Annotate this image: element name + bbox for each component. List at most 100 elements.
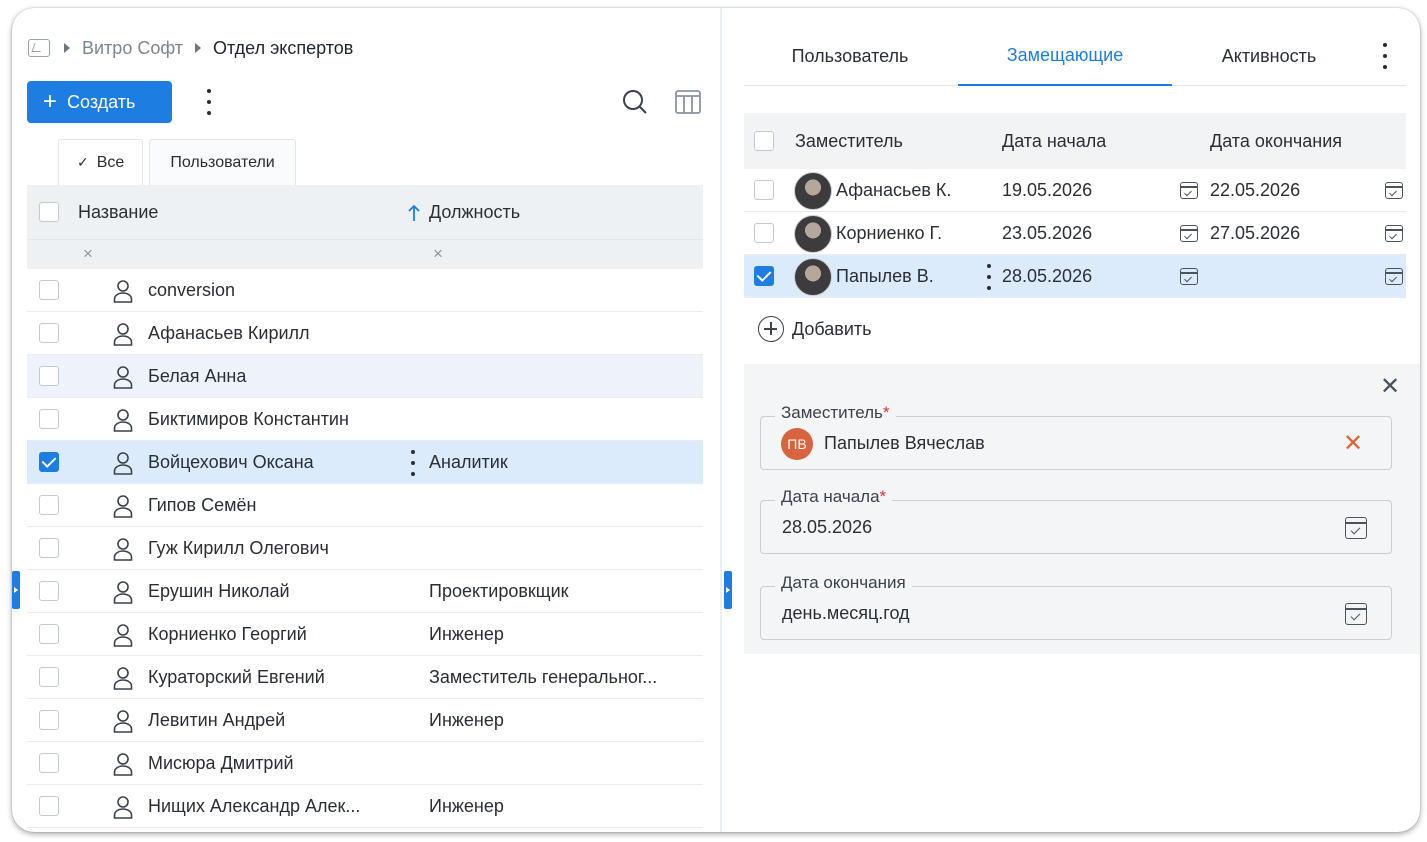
panel-divider[interactable] [720, 8, 722, 832]
member-name: Корниенко Георгий [148, 623, 307, 644]
table-row[interactable]: Войцехович Оксана Аналитик [27, 441, 703, 484]
column-name-header[interactable]: Название [78, 202, 158, 223]
calendar-icon[interactable] [1180, 268, 1198, 285]
sort-ascending-icon[interactable] [408, 204, 420, 222]
row-checkbox[interactable] [39, 538, 59, 558]
tab-activity[interactable]: Активность [1174, 26, 1364, 86]
row-checkbox[interactable] [39, 624, 59, 644]
add-deputy-button[interactable]: Добавить [758, 315, 872, 343]
table-row[interactable]: Корниенко Георгий Инженер [27, 613, 703, 656]
user-icon [113, 624, 133, 647]
clear-filter-icon[interactable]: × [433, 244, 443, 264]
column-deputy-header[interactable]: Заместитель [795, 131, 903, 152]
deputy-edit-form: ✕ Заместитель* ПВ Папылев Вячеслав ✕ Дат… [744, 364, 1420, 654]
add-deputy-label: Добавить [792, 318, 872, 339]
table-row[interactable]: Ерушин Николай Проектировкщик [27, 570, 703, 613]
row-checkbox[interactable] [39, 409, 59, 429]
member-position: Инженер [429, 623, 504, 644]
org-root-icon[interactable] [28, 39, 50, 57]
table-row[interactable]: Левитин Андрей Инженер [27, 699, 703, 742]
tab-all[interactable]: ✓ Все [58, 139, 144, 185]
row-checkbox[interactable] [39, 323, 59, 343]
table-row[interactable]: Гуж Кирилл Олегович [27, 527, 703, 570]
collapse-left-handle[interactable] [12, 571, 20, 609]
calendar-icon[interactable] [1385, 225, 1403, 242]
row-checkbox[interactable] [39, 452, 59, 472]
end-date-field[interactable]: Дата окончания день.месяц.год [760, 573, 1392, 640]
column-position-header[interactable]: Должность [429, 202, 520, 223]
breadcrumb-org[interactable]: Витро Софт [82, 38, 183, 59]
deputy-name: Афанасьев К. [836, 179, 952, 200]
end-date: 27.05.2026 [1210, 222, 1301, 243]
row-checkbox[interactable] [39, 495, 59, 515]
start-date: 28.05.2026 [1002, 265, 1093, 286]
clear-icon[interactable]: ✕ [1343, 429, 1363, 458]
row-checkbox[interactable] [39, 366, 59, 386]
avatar [794, 258, 832, 296]
row-checkbox[interactable] [39, 753, 59, 773]
table-row[interactable]: Гипов Семён [27, 484, 703, 527]
calendar-icon[interactable] [1345, 603, 1367, 625]
calendar-icon[interactable] [1345, 517, 1367, 539]
row-actions-icon[interactable] [984, 264, 994, 290]
select-all-checkbox[interactable] [754, 131, 774, 151]
calendar-icon[interactable] [1180, 225, 1198, 242]
tab-users[interactable]: Пользователи [149, 139, 296, 185]
deputy-row[interactable]: Афанасьев К. 19.05.2026 22.05.2026 [744, 169, 1406, 212]
start-date: 23.05.2026 [1002, 222, 1093, 243]
calendar-icon[interactable] [1385, 182, 1403, 199]
search-icon[interactable] [622, 88, 648, 116]
tab-deputies[interactable]: Замещающие [958, 26, 1172, 86]
member-position: Инженер [429, 795, 504, 816]
columns-settings-icon[interactable] [675, 90, 701, 114]
table-header: Название Должность [27, 185, 703, 239]
column-end-header[interactable]: Дата окончания [1210, 131, 1342, 152]
create-button[interactable]: + Создать [27, 81, 172, 123]
start-date-field[interactable]: Дата начала* 28.05.2026 [760, 487, 1392, 554]
user-icon [113, 409, 133, 432]
table-row[interactable]: Мисюра Дмитрий [27, 742, 703, 785]
deputy-name: Корниенко Г. [836, 222, 943, 243]
calendar-icon[interactable] [1180, 182, 1198, 199]
table-row[interactable]: Белая Анна [27, 355, 703, 398]
plus-icon: + [43, 88, 58, 115]
row-checkbox[interactable] [39, 280, 59, 300]
row-checkbox[interactable] [754, 180, 774, 200]
more-actions-icon[interactable] [1380, 43, 1390, 69]
table-row[interactable]: Биктимиров Константин [27, 398, 703, 441]
more-actions-icon[interactable] [204, 89, 214, 115]
member-position: Инженер [429, 709, 504, 730]
deputy-field-label: Заместитель* [775, 403, 896, 423]
check-icon: ✓ [77, 154, 89, 170]
table-row[interactable]: Афанасьев Кирилл [27, 312, 703, 355]
row-checkbox[interactable] [39, 796, 59, 816]
row-checkbox[interactable] [754, 266, 774, 286]
table-row[interactable]: conversion [27, 269, 703, 312]
filter-tabs: ✓ Все Пользователи [58, 139, 302, 185]
select-all-checkbox[interactable] [39, 202, 59, 222]
end-date: 22.05.2026 [1210, 179, 1301, 200]
deputy-row[interactable]: Корниенко Г. 23.05.2026 27.05.2026 [744, 212, 1406, 255]
row-checkbox[interactable] [754, 223, 774, 243]
deputy-row[interactable]: Папылев В. 28.05.2026 [744, 255, 1406, 298]
deputy-field[interactable]: Заместитель* ПВ Папылев Вячеслав ✕ [760, 403, 1392, 470]
member-name: Ерушин Николай [148, 580, 290, 601]
row-checkbox[interactable] [39, 581, 59, 601]
row-checkbox[interactable] [39, 667, 59, 687]
member-position: Заместитель генеральног... [429, 666, 658, 687]
row-actions-icon[interactable] [408, 450, 418, 476]
chevron-right-icon [64, 43, 70, 53]
clear-filter-icon[interactable]: × [83, 244, 93, 264]
row-checkbox[interactable] [39, 710, 59, 730]
table-row[interactable]: Нищих Александр Алек... Инженер [27, 785, 703, 828]
column-start-header[interactable]: Дата начала [1002, 131, 1106, 152]
end-date-placeholder: день.месяц.год [782, 603, 910, 623]
table-body: conversion Афанасьев Кирилл Белая Анна Бикт… [27, 269, 703, 828]
calendar-icon[interactable] [1385, 268, 1403, 285]
member-name: Гипов Семён [148, 494, 257, 515]
close-icon[interactable]: ✕ [1380, 372, 1400, 401]
table-row[interactable]: Кураторский Евгений Заместитель генеральн… [27, 656, 703, 699]
member-position: Проектировкщик [429, 580, 569, 601]
member-position: Аналитик [429, 451, 508, 472]
tab-user[interactable]: Пользователь [744, 26, 956, 86]
